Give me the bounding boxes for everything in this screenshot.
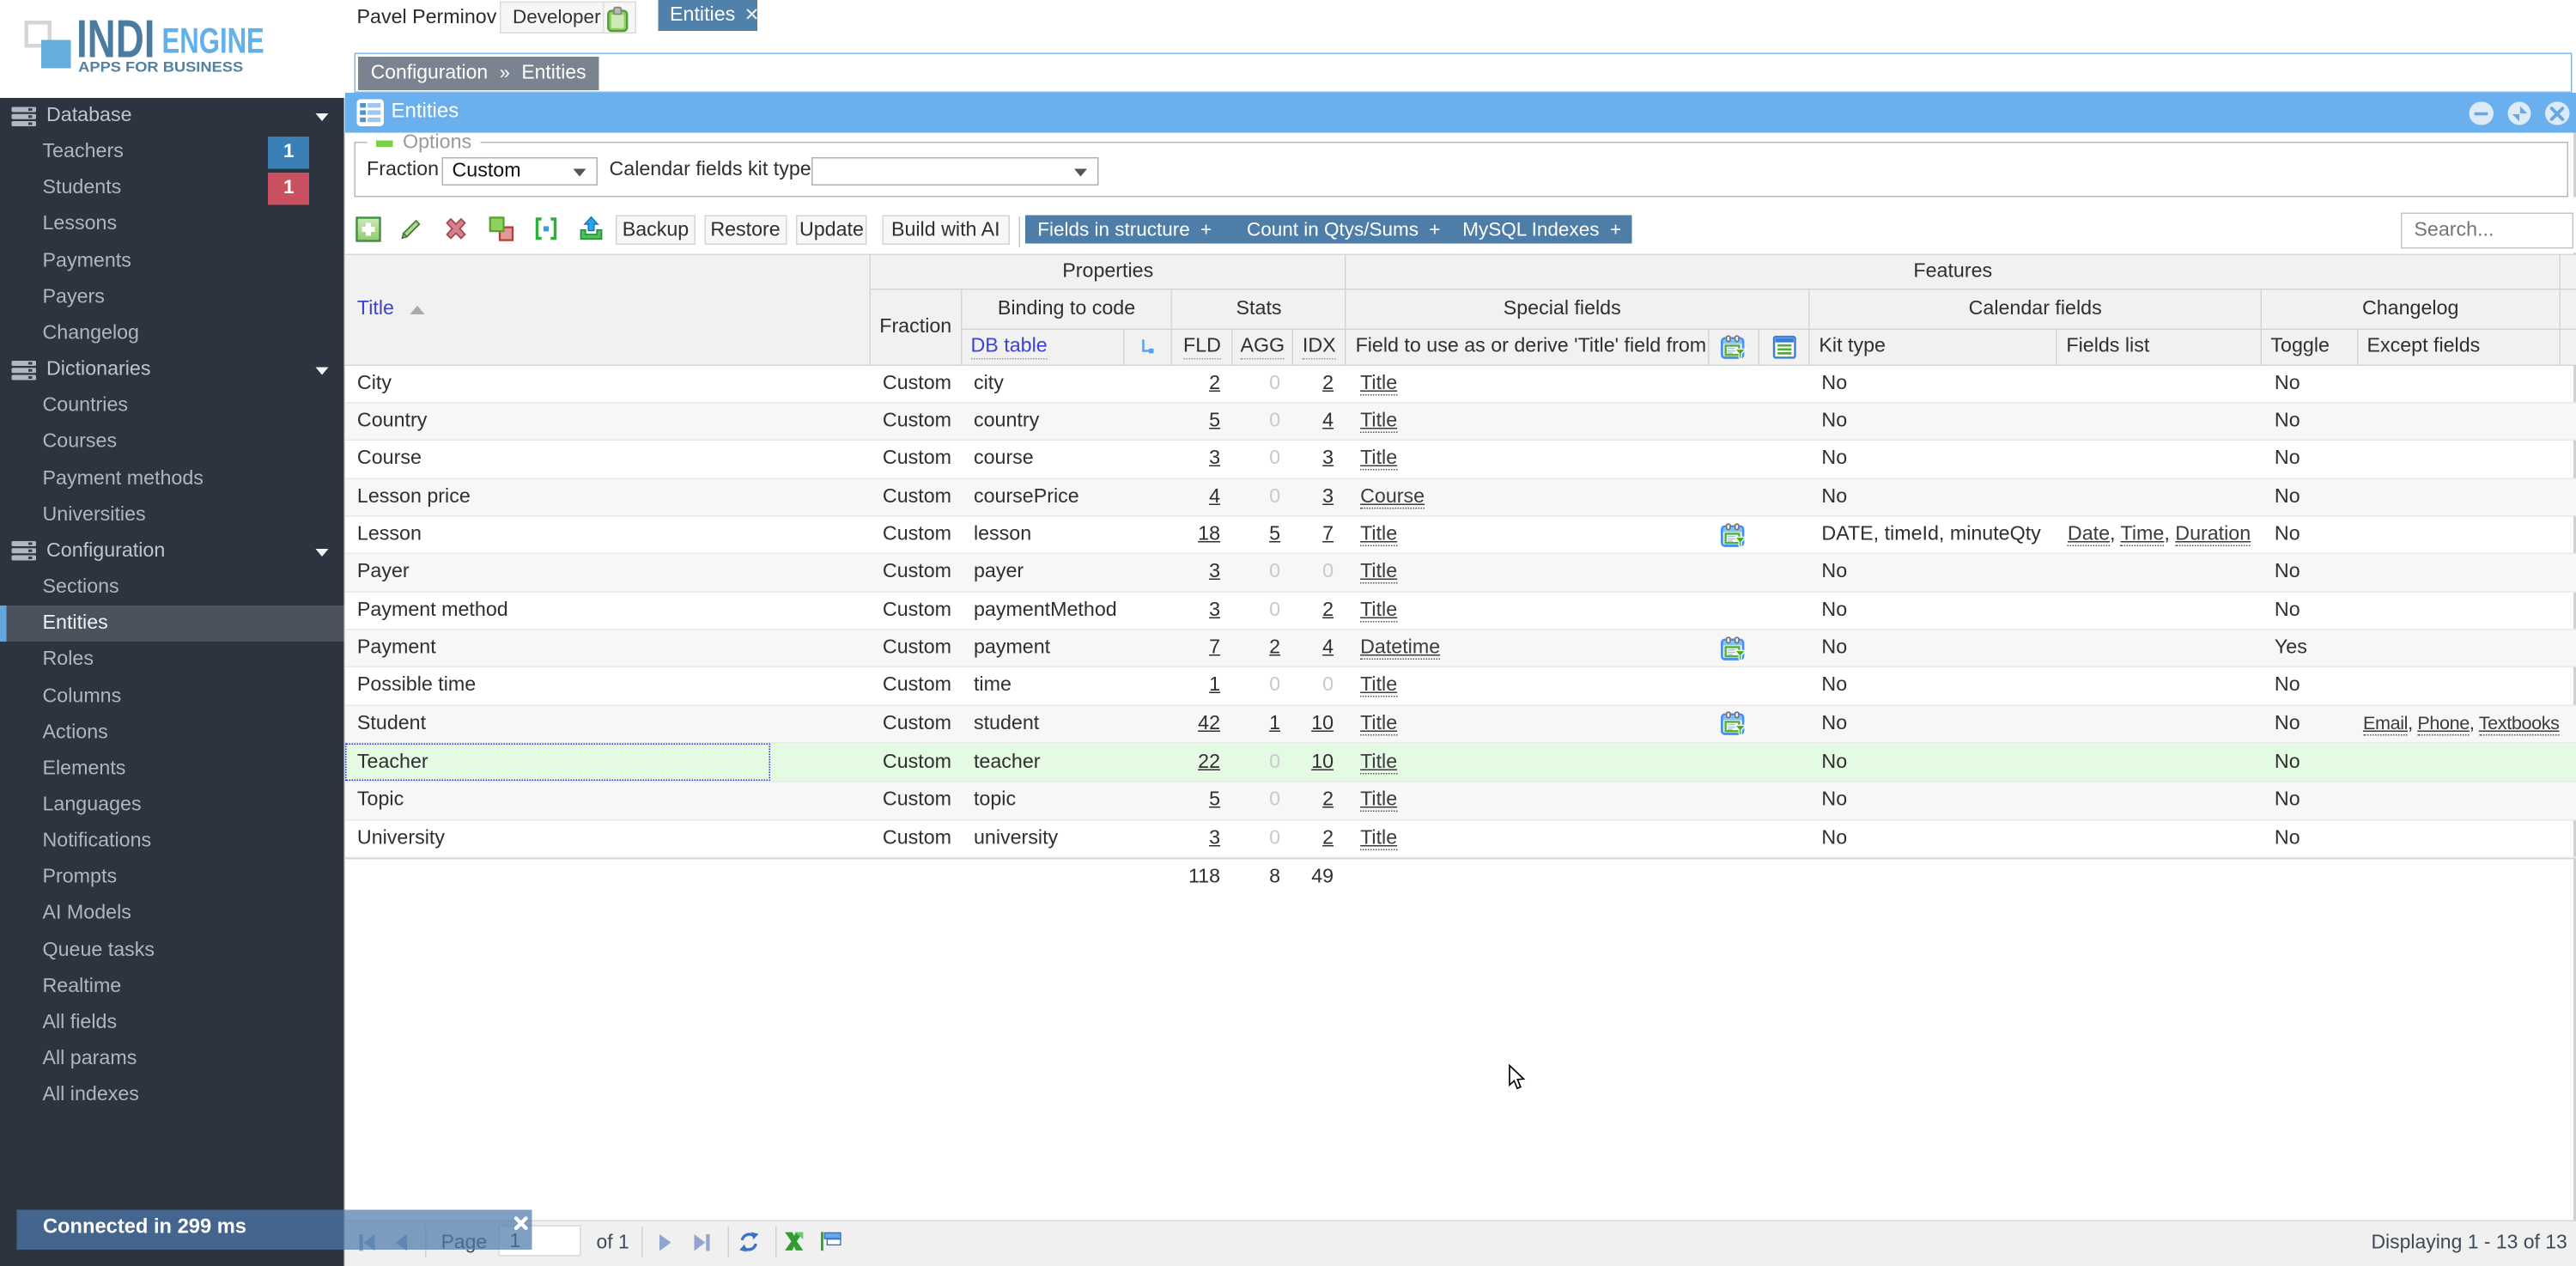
svg-text:APPS FOR BUSINESS: APPS FOR BUSINESS — [78, 59, 243, 76]
svg-text:ENGINE: ENGINE — [162, 21, 264, 61]
